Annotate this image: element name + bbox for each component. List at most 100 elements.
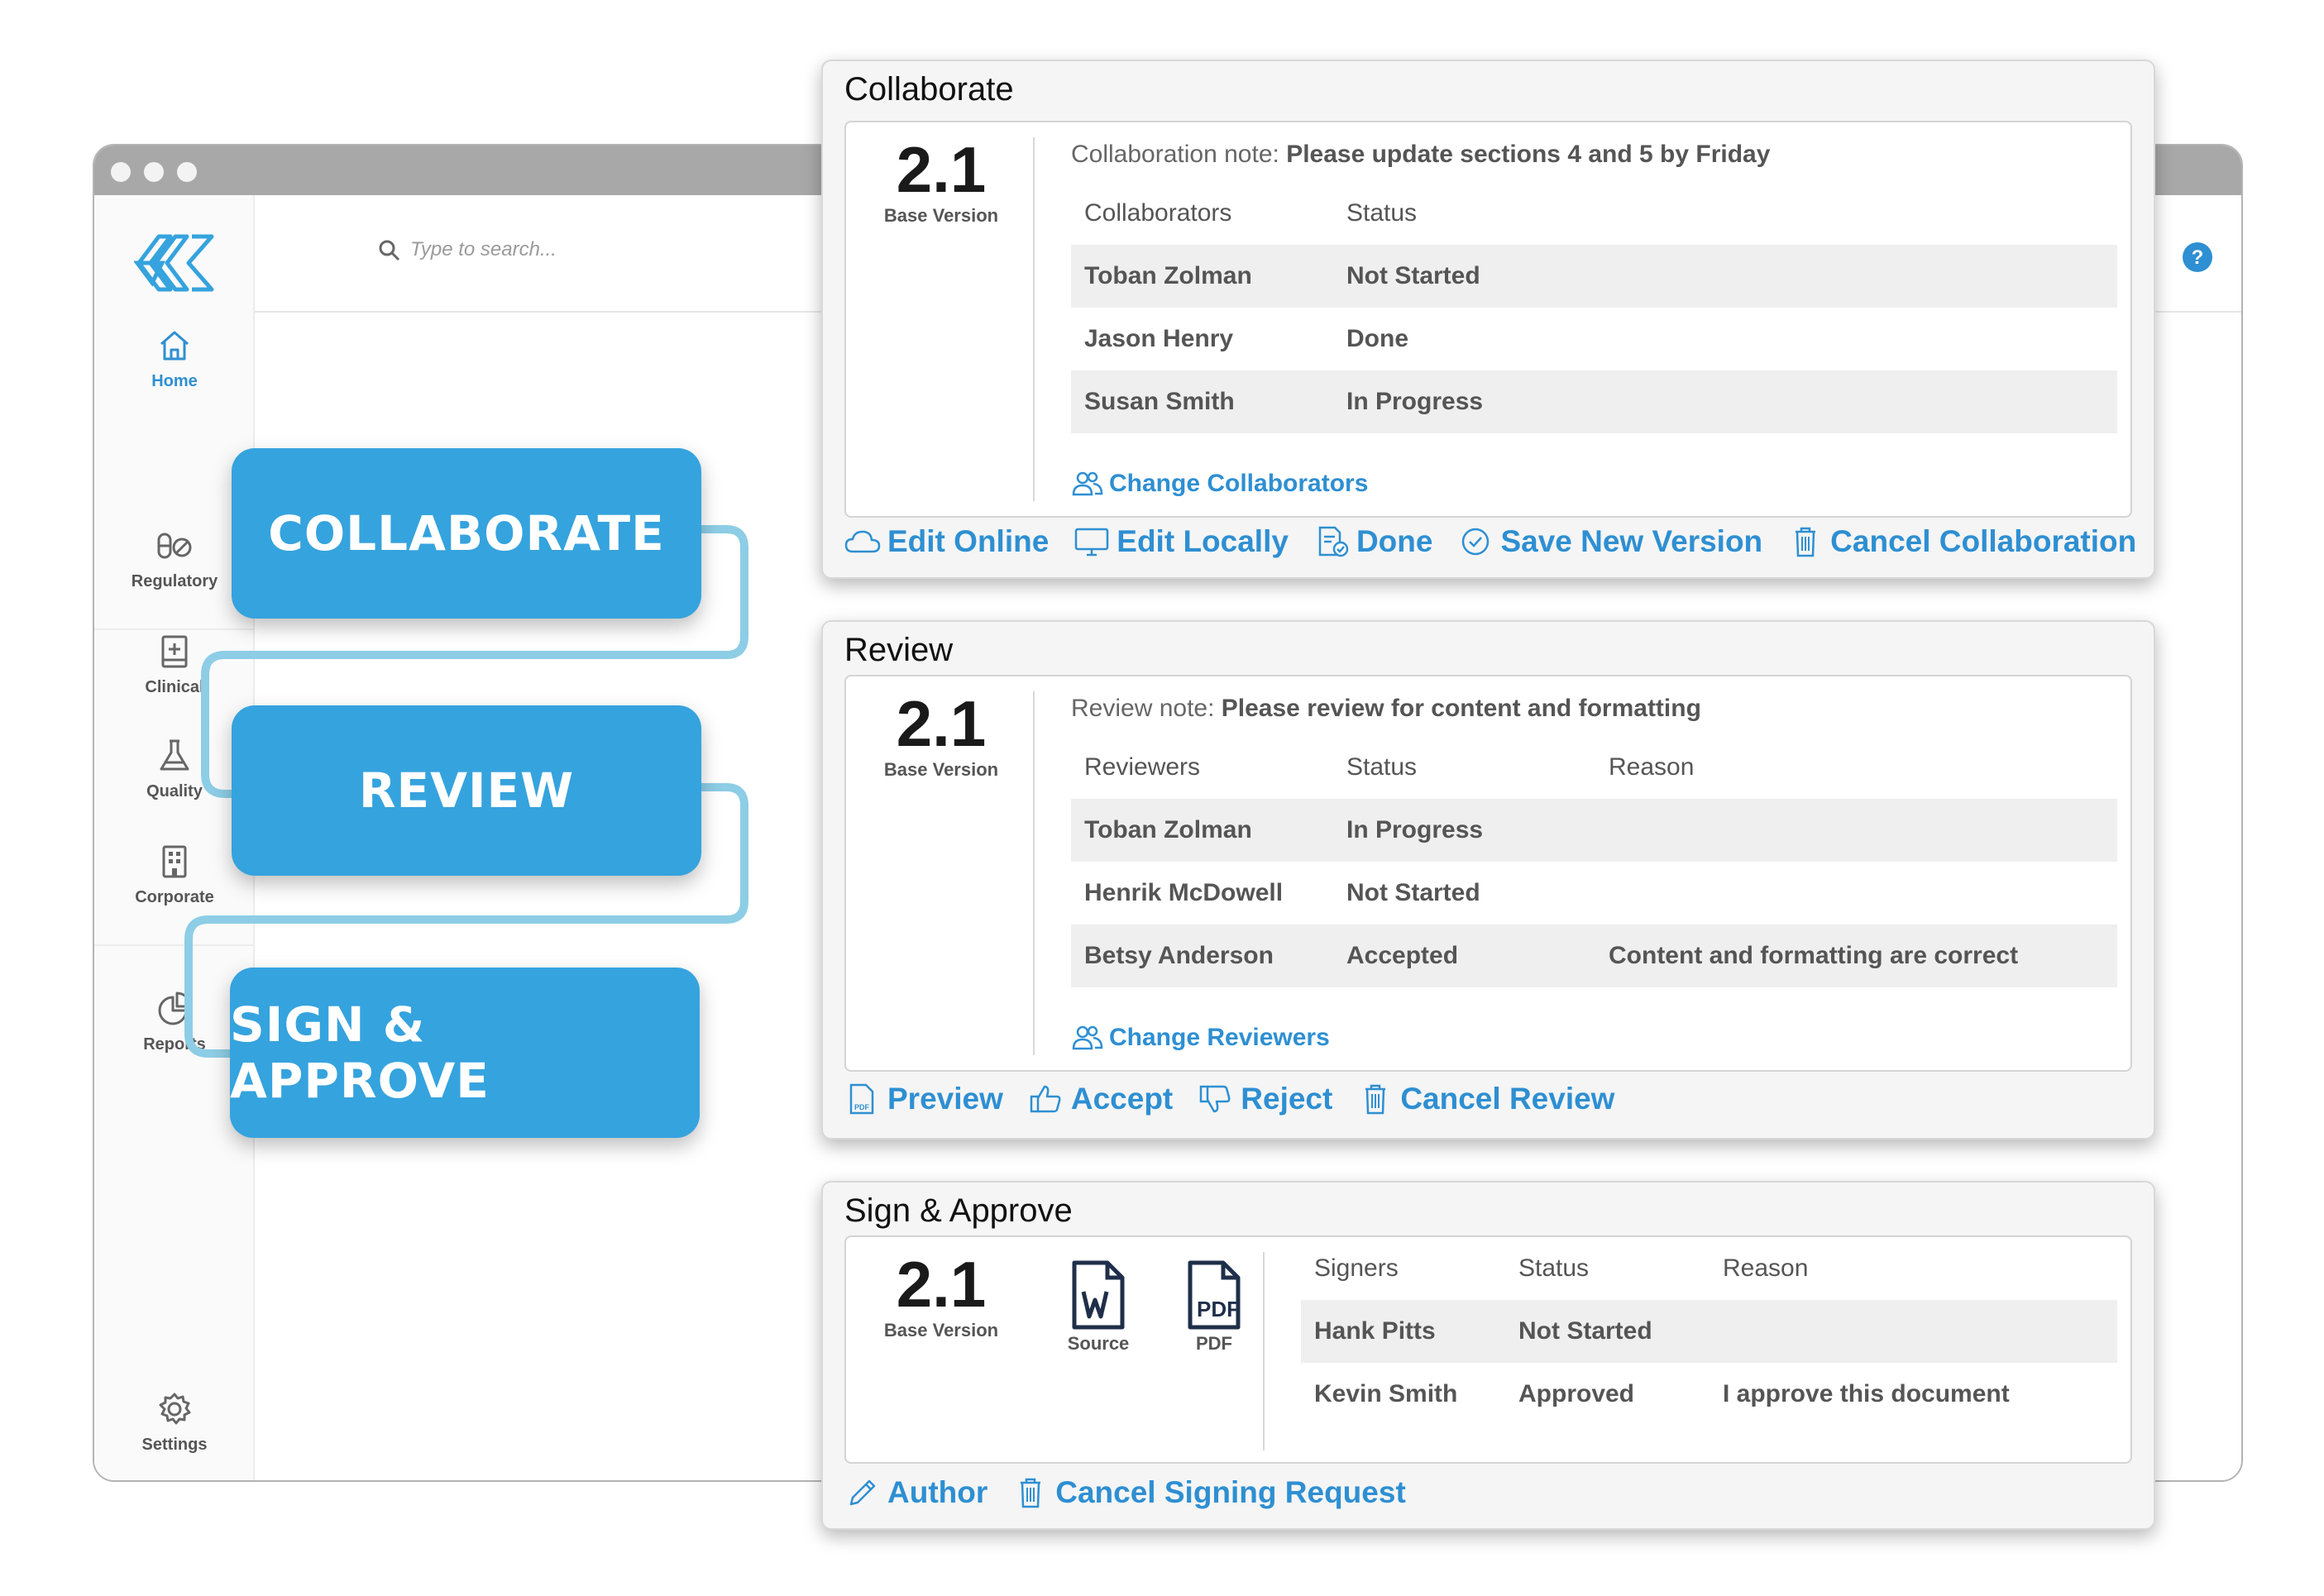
table-header: Reviewers Status Reason bbox=[1071, 736, 2117, 799]
collaborate-panel: Collaborate 2.1 Base Version Collaborati… bbox=[821, 60, 2155, 579]
collaborate-details: 2.1 Base Version Collaboration note: Ple… bbox=[844, 121, 2132, 518]
panel-title: Collaborate bbox=[844, 71, 1014, 108]
sidebar-divider bbox=[94, 628, 255, 630]
save-new-version-button[interactable]: Save New Version bbox=[1457, 524, 1762, 559]
pie-chart-icon bbox=[158, 992, 192, 1025]
reviewer-status: Accepted bbox=[1346, 942, 1459, 969]
sidebar-item-regulatory[interactable]: Regulatory bbox=[94, 528, 255, 591]
table-row[interactable]: Henrik McDowell Not Started bbox=[1071, 862, 2117, 925]
window-zoom-dot[interactable] bbox=[177, 162, 197, 182]
collaborators-table: Collaborators Status Toban Zolman Not St… bbox=[1071, 182, 2117, 433]
table-row[interactable]: Jason Henry Done bbox=[1071, 308, 2117, 370]
preview-button[interactable]: PDF Preview bbox=[844, 1082, 1003, 1116]
monitor-icon bbox=[1075, 528, 1109, 557]
table-row[interactable]: Kevin Smith Approved I approve this docu… bbox=[1301, 1363, 2117, 1426]
sign-actions: Author Cancel Signing Request bbox=[844, 1475, 2132, 1510]
thumbs-up-icon bbox=[1030, 1085, 1061, 1113]
version-number: 2.1 bbox=[896, 133, 987, 206]
column-header: Reason bbox=[1609, 753, 1695, 781]
reviewer-reason: Content and formatting are correct bbox=[1609, 942, 2019, 969]
table-row[interactable]: Toban Zolman Not Started bbox=[1071, 245, 2117, 308]
edit-locally-button[interactable]: Edit Locally bbox=[1074, 524, 1289, 559]
edit-online-button[interactable]: Edit Online bbox=[844, 524, 1049, 559]
table-row[interactable]: Betsy Anderson Accepted Content and form… bbox=[1071, 925, 2117, 987]
pdf-file-icon: PDF bbox=[849, 1083, 874, 1115]
source-document[interactable]: Source bbox=[1053, 1260, 1144, 1355]
signers-table: Signers Status Reason Hank Pitts Not Sta… bbox=[1301, 1237, 2117, 1426]
panel-title: Review bbox=[844, 632, 954, 668]
author-button[interactable]: Author bbox=[844, 1475, 987, 1510]
collaborator-status: Not Started bbox=[1346, 262, 1480, 289]
collaborator-name: Susan Smith bbox=[1084, 388, 1235, 415]
app-logo[interactable] bbox=[134, 232, 217, 293]
sidebar-item-clinical[interactable]: Clinical bbox=[94, 633, 255, 697]
search-input[interactable] bbox=[410, 233, 873, 266]
reject-button[interactable]: Reject bbox=[1198, 1082, 1332, 1116]
reviewer-name: Henrik McDowell bbox=[1084, 879, 1284, 906]
review-actions: PDF Preview Accept Reject Cancel Review bbox=[844, 1082, 2132, 1116]
review-step-button[interactable]: REVIEW bbox=[232, 705, 701, 876]
search-icon bbox=[379, 240, 400, 261]
note-text: Please update sections 4 and 5 by Friday bbox=[1286, 141, 1771, 168]
users-icon bbox=[1072, 1025, 1103, 1050]
change-reviewers-link[interactable]: Change Reviewers bbox=[1071, 1024, 1330, 1052]
svg-text:PDF: PDF bbox=[1197, 1297, 1240, 1321]
pdf-document[interactable]: PDF PDF bbox=[1169, 1260, 1260, 1355]
home-icon bbox=[160, 331, 189, 361]
collaborator-name: Jason Henry bbox=[1084, 325, 1234, 352]
sidebar: Home Regulatory Clinical Quality Corpora… bbox=[94, 195, 255, 1480]
column-header: Signers bbox=[1314, 1254, 1399, 1282]
version-label: Base Version bbox=[883, 1320, 999, 1340]
cancel-signing-request-button[interactable]: Cancel Signing Request bbox=[1012, 1475, 1406, 1510]
note-text: Please review for content and formatting bbox=[1221, 695, 1701, 722]
users-icon bbox=[1072, 471, 1103, 496]
sign-approve-step-button[interactable]: SIGN & APPROVE bbox=[230, 968, 700, 1138]
sidebar-item-settings[interactable]: Settings bbox=[94, 1391, 255, 1455]
divider bbox=[1033, 691, 1035, 1055]
sidebar-item-label: Quality bbox=[146, 782, 203, 800]
reviewers-table: Reviewers Status Reason Toban Zolman In … bbox=[1071, 736, 2117, 987]
sidebar-item-label: Clinical bbox=[145, 678, 204, 696]
collaborator-name: Toban Zolman bbox=[1084, 262, 1252, 289]
base-version: 2.1 Base Version bbox=[846, 1252, 1036, 1341]
column-header: Reviewers bbox=[1084, 753, 1201, 781]
signer-status: Not Started bbox=[1518, 1317, 1652, 1345]
accept-button[interactable]: Accept bbox=[1028, 1082, 1173, 1116]
sidebar-item-home[interactable]: Home bbox=[94, 327, 255, 391]
column-header: Reason bbox=[1723, 1254, 1809, 1282]
table-row[interactable]: Susan Smith In Progress bbox=[1071, 370, 2117, 433]
version-number: 2.1 bbox=[896, 1248, 987, 1321]
pencil-icon bbox=[849, 1479, 876, 1506]
review-details: 2.1 Base Version Review note: Please rev… bbox=[844, 675, 2132, 1072]
sidebar-item-label: Settings bbox=[141, 1436, 208, 1454]
window-close-dot[interactable] bbox=[111, 162, 131, 182]
reviewer-status: In Progress bbox=[1346, 816, 1484, 843]
sidebar-divider bbox=[94, 944, 255, 946]
cancel-collaboration-button[interactable]: Cancel Collaboration bbox=[1787, 524, 2136, 559]
sidebar-item-quality[interactable]: Quality bbox=[94, 738, 255, 801]
signer-reason: I approve this document bbox=[1723, 1380, 2010, 1407]
collaborator-status: In Progress bbox=[1346, 388, 1484, 415]
table-row[interactable]: Hank Pitts Not Started bbox=[1301, 1300, 2117, 1363]
sidebar-item-corporate[interactable]: Corporate bbox=[94, 843, 255, 907]
help-icon[interactable]: ? bbox=[2182, 241, 2213, 273]
table-row[interactable]: Toban Zolman In Progress bbox=[1071, 799, 2117, 862]
cancel-review-button[interactable]: Cancel Review bbox=[1357, 1082, 1614, 1116]
window-minimize-dot[interactable] bbox=[144, 162, 164, 182]
collaboration-note: Collaboration note: Please update sectio… bbox=[1071, 141, 1771, 168]
pills-icon bbox=[157, 533, 192, 559]
done-button[interactable]: Done bbox=[1313, 524, 1432, 559]
panel-title: Sign & Approve bbox=[844, 1192, 1073, 1229]
building-icon bbox=[162, 845, 187, 878]
collaborator-status: Done bbox=[1346, 325, 1408, 352]
reviewer-status: Not Started bbox=[1346, 879, 1480, 906]
trash-icon bbox=[1796, 527, 1816, 557]
divider bbox=[1033, 137, 1035, 501]
signer-status: Approved bbox=[1518, 1380, 1635, 1407]
change-collaborators-link[interactable]: Change Collaborators bbox=[1071, 470, 1368, 498]
svg-text:PDF: PDF bbox=[854, 1103, 870, 1111]
badge-check-icon bbox=[1462, 528, 1490, 556]
version-label: Base Version bbox=[883, 759, 999, 780]
collaborate-step-button[interactable]: COLLABORATE bbox=[232, 448, 701, 619]
column-header: Status bbox=[1346, 199, 1418, 227]
